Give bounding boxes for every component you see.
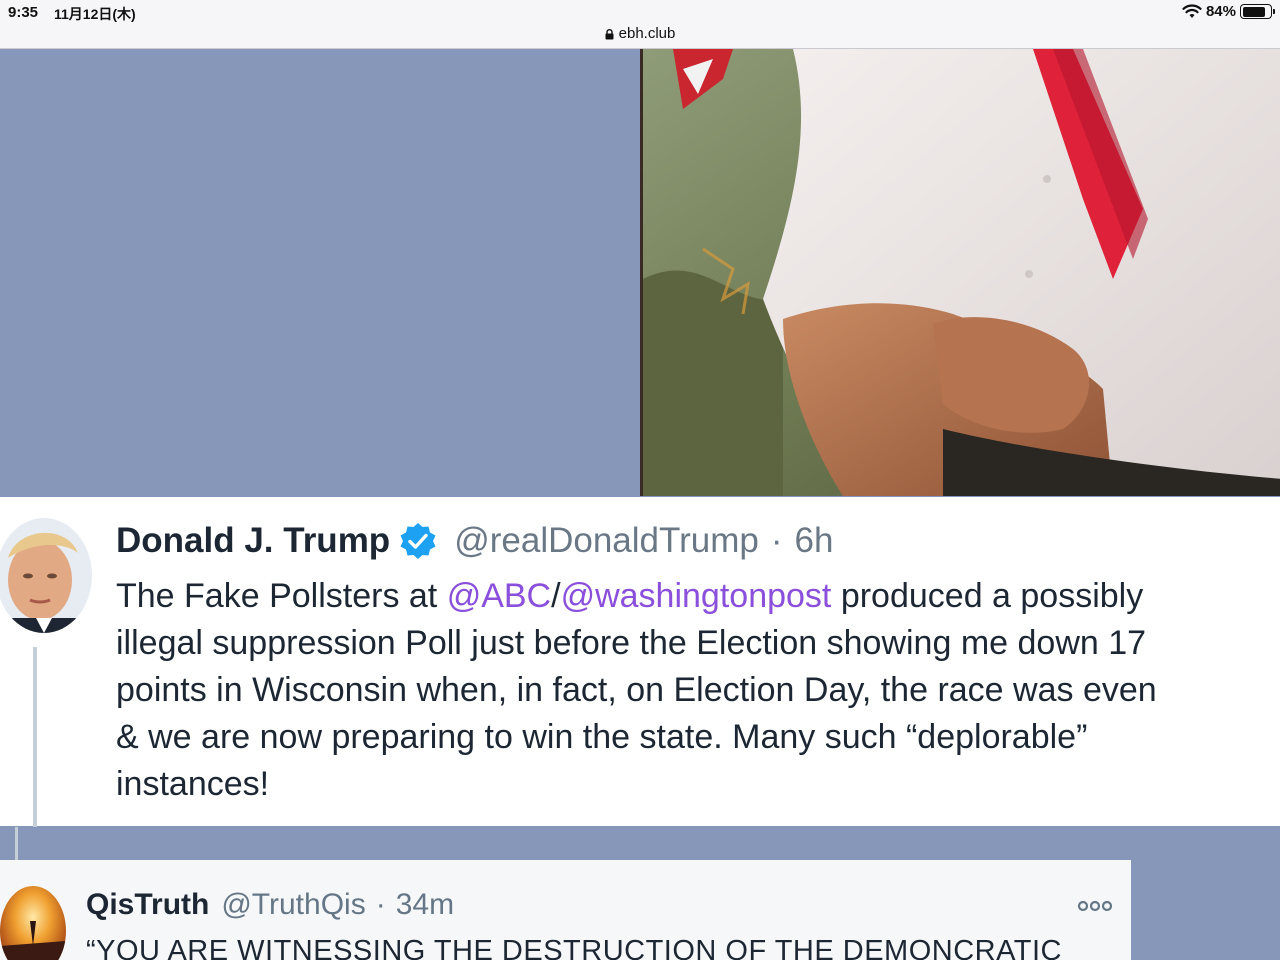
tweet-text-line: & we are now preparing to win the state.… xyxy=(116,714,1280,761)
tweet-text-segment: points in Wisconsin when, in fact, on El… xyxy=(116,671,1157,709)
mention-link[interactable]: @ABC xyxy=(447,577,551,615)
lock-icon xyxy=(605,29,614,40)
author-name[interactable]: QisTruth xyxy=(86,888,209,922)
more-icon[interactable] xyxy=(1077,900,1113,912)
status-time: 9:35 xyxy=(8,4,39,21)
tweet-reply[interactable]: QisTruth @TruthQis · 34m “YOU ARE WITNES… xyxy=(0,860,1131,960)
painting-image xyxy=(643,49,1280,496)
tweet-text-line: The Fake Pollsters at @ABC/@washingtonpo… xyxy=(116,573,1280,620)
tweet-text-segment: instances! xyxy=(116,765,270,803)
tweet-text-segment: / xyxy=(551,577,561,615)
tweet-text-line: points in Wisconsin when, in fact, on El… xyxy=(116,667,1280,714)
tweet-text-segment: The Fake Pollsters at xyxy=(116,577,447,615)
tweet-text-segment: & we are now preparing to win the state.… xyxy=(116,718,1088,756)
tweet-main[interactable]: Donald J. Trump @realDonaldTrump · 6h Th… xyxy=(0,497,1280,827)
tweet-text-line: illegal suppression Poll just before the… xyxy=(116,620,1280,667)
tweet-time[interactable]: 6h xyxy=(795,521,834,561)
tweet-header: QisTruth @TruthQis · 34m xyxy=(86,888,454,922)
avatar-image xyxy=(0,518,92,633)
battery-fill xyxy=(1242,6,1266,17)
author-handle[interactable]: @realDonaldTrump xyxy=(454,521,759,561)
battery-icon xyxy=(1240,4,1275,19)
tweet-text-segment: produced a possibly xyxy=(831,577,1144,615)
tweet-text: “YOU ARE WITNESSING THE DESTRUCTION OF T… xyxy=(86,935,1062,960)
mention-link[interactable]: @washingtonpost xyxy=(561,577,832,615)
avatar-trump[interactable] xyxy=(0,518,92,633)
avatar-qistruth[interactable] xyxy=(0,886,66,960)
tweet-header: Donald J. Trump @realDonaldTrump · 6h xyxy=(116,521,833,561)
thread-line xyxy=(33,647,37,827)
wifi-icon xyxy=(1182,4,1202,18)
avatar-image xyxy=(0,886,66,960)
status-bar: 9:35 11月12日(木) 84% ebh.club xyxy=(0,0,1280,49)
status-date: 11月12日(木) xyxy=(54,6,136,22)
author-name[interactable]: Donald J. Trump xyxy=(116,521,390,561)
tweet-text-line: instances! xyxy=(116,761,1280,808)
url-text: ebh.club xyxy=(618,25,676,42)
tweet-photo[interactable] xyxy=(640,49,1280,496)
tweet-time[interactable]: 34m xyxy=(396,888,454,922)
separator-dot: · xyxy=(770,521,783,560)
address-bar[interactable]: ebh.club xyxy=(0,25,1280,42)
author-handle[interactable]: @TruthQis xyxy=(221,888,365,922)
tweet-text-segment: illegal suppression Poll just before the… xyxy=(116,624,1147,662)
tweet-text: The Fake Pollsters at @ABC/@washingtonpo… xyxy=(116,573,1280,808)
separator-dot: · xyxy=(375,888,386,921)
battery-percent: 84% xyxy=(1205,3,1236,20)
verified-badge-icon xyxy=(400,523,436,559)
status-indicators: 84% xyxy=(1182,3,1275,20)
